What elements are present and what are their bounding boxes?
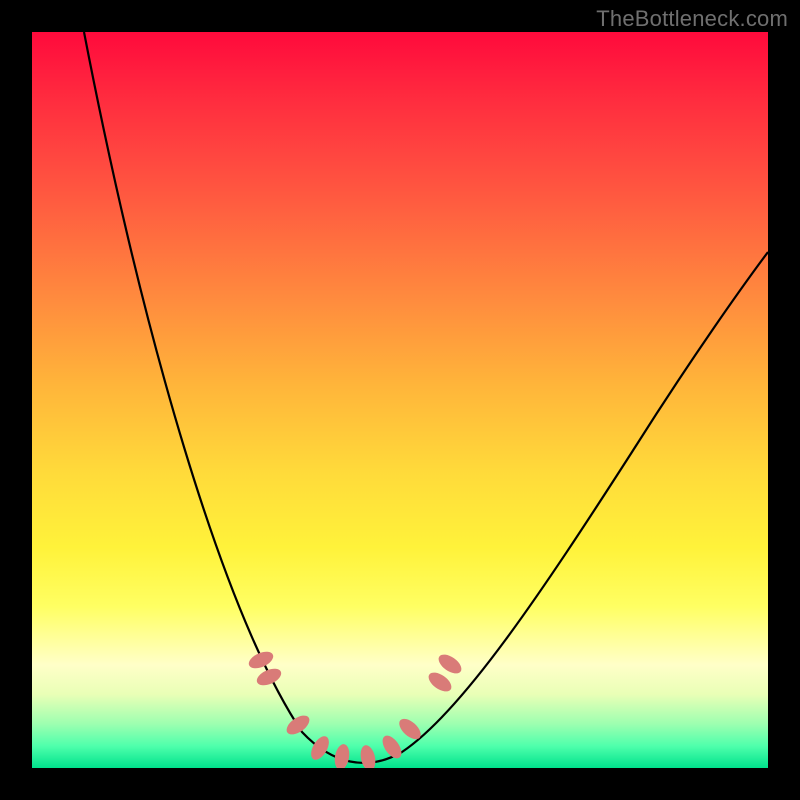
curve-marker (246, 648, 275, 671)
curve-group (84, 32, 768, 763)
chart-frame: TheBottleneck.com (0, 0, 800, 800)
curve-marker (254, 665, 283, 688)
curve-marker (435, 651, 464, 677)
plot-area (32, 32, 768, 768)
markers-group (246, 648, 464, 768)
curve-layer (32, 32, 768, 768)
curve-marker (358, 744, 377, 768)
bottleneck-curve (84, 32, 768, 763)
watermark-text: TheBottleneck.com (596, 6, 788, 32)
curve-marker (333, 743, 351, 768)
curve-marker (425, 669, 454, 695)
curve-marker (307, 733, 332, 763)
curve-marker (283, 712, 312, 738)
